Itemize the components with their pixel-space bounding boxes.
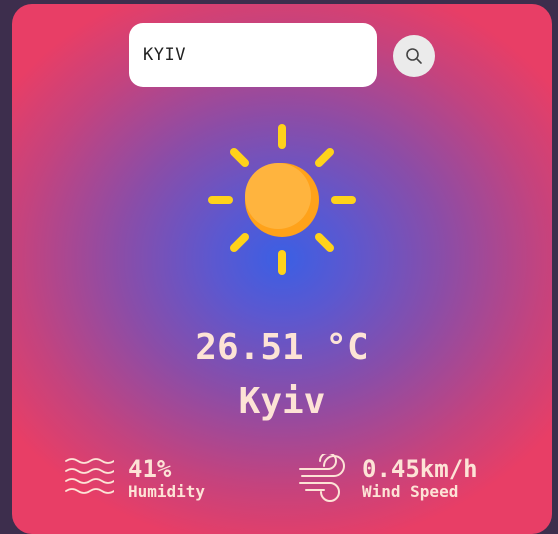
wind-stat: 0.45km/h Wind Speed <box>298 450 478 506</box>
waves-icon <box>65 458 114 494</box>
weather-icon-container <box>206 122 358 276</box>
humidity-stat: 41% Humidity <box>64 450 205 506</box>
city-name: Kyiv <box>238 381 326 422</box>
humidity-value: 41% <box>128 455 172 483</box>
humidity-label: Humidity <box>128 482 206 501</box>
temperature: 26.51 °C <box>195 327 369 368</box>
weather-card: KYIV 26.51 °C Kyiv 41% Humidity 0.45km/h… <box>12 4 552 534</box>
sun-icon <box>208 124 356 275</box>
wind-icon <box>299 454 345 502</box>
search-button[interactable] <box>393 35 435 77</box>
search-input-value: KYIV <box>143 45 186 65</box>
wind-speed-label: Wind Speed <box>362 482 459 501</box>
search-input[interactable]: KYIV <box>129 23 377 87</box>
search-icon <box>406 48 422 64</box>
wind-speed-value: 0.45km/h <box>362 455 478 483</box>
